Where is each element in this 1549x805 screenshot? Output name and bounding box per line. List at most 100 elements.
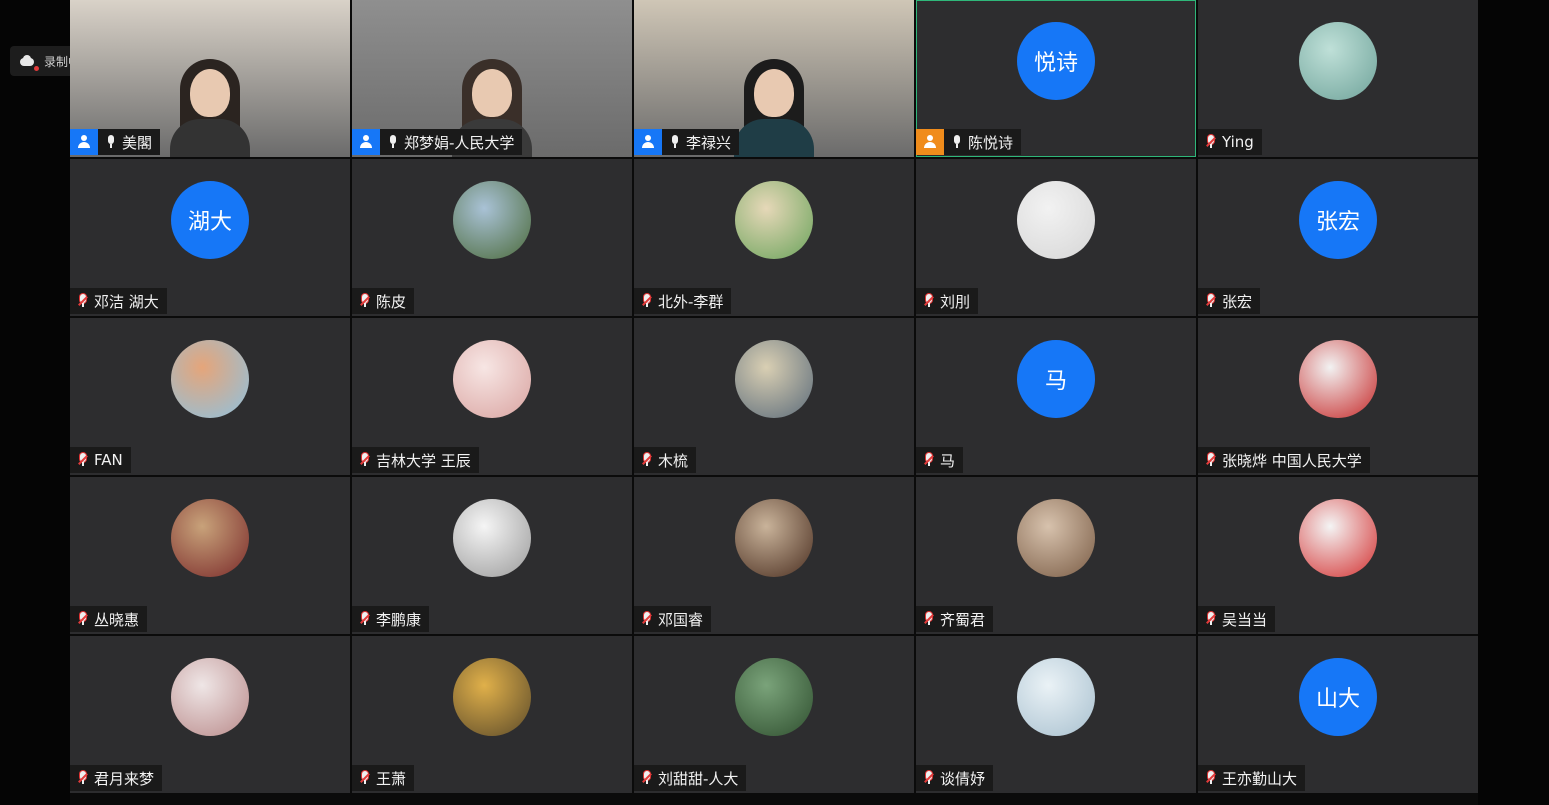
mic-muted-icon (358, 611, 372, 627)
participant-tile[interactable]: 刘甜甜-人大 (634, 636, 914, 793)
participant-tile[interactable]: 湖大 邓洁 湖大 (70, 159, 350, 316)
mic-icon (386, 134, 400, 150)
participant-tile[interactable]: 北外-李群 (634, 159, 914, 316)
participant-name-label: 陈悦诗 (916, 129, 1022, 155)
participant-name-label: 吴当当 (1198, 606, 1276, 632)
participant-avatar-image (1017, 658, 1095, 736)
participant-avatar-image (1299, 340, 1377, 418)
participant-tile[interactable]: FAN (70, 318, 350, 475)
participant-avatar-image (1299, 22, 1377, 100)
participant-name-label: 君月来梦 (70, 765, 163, 791)
participant-name: 刘刖 (940, 292, 971, 311)
participant-avatar-image (171, 499, 249, 577)
mic-muted-icon (1204, 134, 1218, 150)
participant-tile[interactable]: 马马 (916, 318, 1196, 475)
participant-avatar-image (171, 340, 249, 418)
participant-name: 马 (940, 451, 956, 470)
participant-tile[interactable]: 木梳 (634, 318, 914, 475)
mic-icon (950, 134, 964, 150)
participant-name-label: 木梳 (634, 447, 697, 473)
participant-name: 吴当当 (1222, 610, 1268, 629)
participant-tile[interactable]: 美閣 (70, 0, 350, 157)
participant-name-label: 刘甜甜-人大 (634, 765, 747, 791)
mic-muted-icon (922, 770, 936, 786)
participant-name: 木梳 (658, 451, 689, 470)
participant-name: Ying (1222, 133, 1254, 151)
cloud-record-icon (18, 55, 39, 71)
participant-name: 郑梦娟-人民大学 (404, 133, 515, 152)
mic-muted-icon (76, 452, 90, 468)
participant-name-label: 刘刖 (916, 288, 979, 314)
participant-avatar-image (453, 658, 531, 736)
participant-tile[interactable]: Ying (1198, 0, 1478, 157)
video-person (170, 37, 250, 157)
participant-name-label: 李禄兴 (634, 129, 740, 155)
participant-name-label: 齐蜀君 (916, 606, 994, 632)
mic-muted-icon (640, 452, 654, 468)
participant-tile[interactable]: 张宏 张宏 (1198, 159, 1478, 316)
participant-tile[interactable]: 吴当当 (1198, 477, 1478, 634)
participant-tile[interactable]: 悦诗陈悦诗 (916, 0, 1196, 157)
participant-name-label: 丛晓惠 (70, 606, 148, 632)
mic-muted-icon (1204, 611, 1218, 627)
participant-avatar-image (453, 340, 531, 418)
mic-muted-icon (640, 770, 654, 786)
participant-tile[interactable]: 王萧 (352, 636, 632, 793)
participant-name: 北外-李群 (658, 292, 724, 311)
mic-muted-icon (1204, 452, 1218, 468)
participant-avatar: 悦诗 (1017, 22, 1095, 100)
mic-muted-icon (358, 293, 372, 309)
participant-name: 君月来梦 (94, 769, 155, 788)
participant-tile[interactable]: 邓国睿 (634, 477, 914, 634)
mic-muted-icon (640, 611, 654, 627)
participant-avatar-image (735, 658, 813, 736)
mic-muted-icon (358, 770, 372, 786)
participant-name-label: 陈皮 (352, 288, 415, 314)
participant-name-label: 郑梦娟-人民大学 (352, 129, 523, 155)
participant-name: 邓洁 湖大 (94, 292, 159, 311)
mic-muted-icon (922, 452, 936, 468)
participant-tile[interactable]: 刘刖 (916, 159, 1196, 316)
mic-muted-icon (76, 611, 90, 627)
participant-name: 美閣 (122, 133, 153, 152)
participant-name-label: 邓国睿 (634, 606, 712, 632)
participant-tile[interactable]: 山大王亦勤山大 (1198, 636, 1478, 793)
participant-tile[interactable]: 李禄兴 (634, 0, 914, 157)
mic-muted-icon (76, 770, 90, 786)
participant-avatar-image (735, 340, 813, 418)
mic-muted-icon (922, 293, 936, 309)
participant-name-label: FAN (70, 447, 131, 473)
mic-icon (104, 134, 118, 150)
participant-name: 李鹏康 (376, 610, 422, 629)
participant-name-label: 张宏 (1198, 288, 1261, 314)
host-icon (352, 129, 380, 155)
participant-name: 陈皮 (376, 292, 407, 311)
participant-avatar-image (1017, 181, 1095, 259)
participant-name: 张宏 (1222, 292, 1253, 311)
participant-avatar: 张宏 (1299, 181, 1377, 259)
participant-tile[interactable]: 李鹏康 (352, 477, 632, 634)
participant-name: 谈倩妤 (940, 769, 986, 788)
participant-avatar-image (453, 499, 531, 577)
participant-name: 丛晓惠 (94, 610, 140, 629)
participant-tile[interactable]: 君月来梦 (70, 636, 350, 793)
participant-grid: 美閣 郑梦娟-人民大学 李禄兴 悦诗陈悦诗 Ying 湖大 邓洁 湖大陈皮 北外-李群 刘刖 张宏… (70, 0, 1478, 805)
participant-name: 王亦勤山大 (1222, 769, 1298, 788)
participant-tile[interactable]: 谈倩妤 (916, 636, 1196, 793)
participant-tile[interactable]: 齐蜀君 (916, 477, 1196, 634)
participant-name: 刘甜甜-人大 (658, 769, 739, 788)
participant-name-label: 马 (916, 447, 964, 473)
participant-name-label: 美閣 (70, 129, 161, 155)
participant-tile[interactable]: 吉林大学 王辰 (352, 318, 632, 475)
participant-tile[interactable]: 丛晓惠 (70, 477, 350, 634)
participant-name-label: 北外-李群 (634, 288, 732, 314)
participant-avatar-image (1017, 499, 1095, 577)
participant-tile[interactable]: 郑梦娟-人民大学 (352, 0, 632, 157)
participant-avatar: 山大 (1299, 658, 1377, 736)
mic-muted-icon (640, 293, 654, 309)
mic-muted-icon (1204, 293, 1218, 309)
participant-name: 吉林大学 王辰 (376, 451, 471, 470)
participant-tile[interactable]: 张晓烨 中国人民大学 (1198, 318, 1478, 475)
participant-tile[interactable]: 陈皮 (352, 159, 632, 316)
participant-name: 陈悦诗 (968, 133, 1014, 152)
